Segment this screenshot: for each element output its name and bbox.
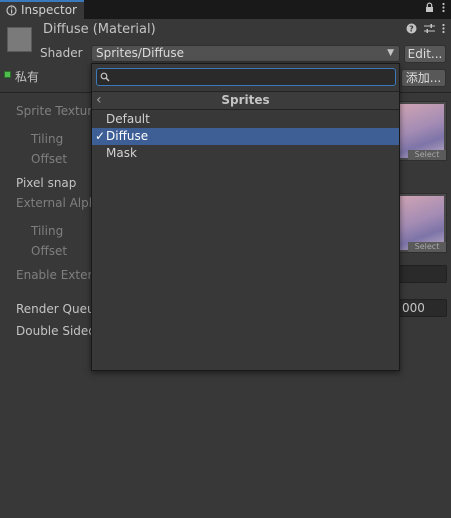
texture-select-button[interactable]: Select [408, 242, 446, 252]
sprite-texture-label: Sprite Texture [16, 104, 100, 118]
shader-popup-menu: ‹ Sprites Default ✓ Diffuse Mask [91, 63, 400, 371]
sprite-texture-slot[interactable]: Select [397, 101, 447, 161]
search-icon [100, 72, 110, 82]
help-icon[interactable]: ? [406, 23, 417, 34]
lock-icon[interactable] [425, 2, 434, 13]
tiling-label: Tiling [31, 132, 64, 146]
svg-text:?: ? [409, 25, 414, 34]
search-field[interactable] [96, 68, 396, 86]
tab-inspector[interactable]: Inspector [0, 0, 84, 19]
tab-label: Inspector [21, 3, 77, 17]
shader-label: Shader [40, 46, 83, 60]
shader-dropdown[interactable]: Sprites/Diffuse ▼ [91, 45, 400, 62]
add-button[interactable]: 添加... [401, 69, 446, 87]
double-sided-label: Double Sided [16, 324, 96, 338]
dropdown-arrow-icon: ▼ [387, 48, 394, 58]
render-queue-label: Render Queue [16, 302, 102, 316]
texture-select-button[interactable]: Select [408, 150, 446, 160]
tiling-label: Tiling [31, 224, 64, 238]
breadcrumb-title: Sprites [221, 93, 270, 107]
tab-menu-icon[interactable] [442, 2, 445, 13]
external-alpha-slot[interactable]: Select [397, 193, 447, 253]
context-menu-icon[interactable] [442, 23, 445, 34]
preset-sliders-icon[interactable] [424, 23, 435, 34]
pixel-snap-label: Pixel snap [16, 176, 77, 190]
offset-label: Offset [31, 152, 68, 166]
material-title: Diffuse (Material) [43, 22, 156, 37]
enable-external-field[interactable] [399, 265, 447, 283]
option-label: Default [106, 112, 150, 126]
shader-option-mask[interactable]: Mask [92, 145, 399, 162]
offset-label: Offset [31, 244, 68, 258]
window-tab-bar: Inspector [0, 0, 451, 19]
private-status-icon [4, 71, 11, 78]
shader-dropdown-value: Sprites/Diffuse [96, 46, 184, 60]
checkmark-icon: ✓ [95, 129, 106, 143]
private-label: 私有 [15, 70, 40, 84]
breadcrumb: ‹ Sprites [92, 91, 399, 110]
option-label: Mask [106, 146, 137, 160]
shader-option-diffuse[interactable]: ✓ Diffuse [92, 128, 399, 145]
shader-option-default[interactable]: Default [92, 111, 399, 128]
info-icon [6, 5, 17, 16]
edit-shader-button[interactable]: Edit... [404, 45, 446, 63]
material-preview-icon [7, 27, 32, 52]
render-queue-field[interactable]: 000 [399, 299, 447, 317]
option-label: Diffuse [106, 129, 149, 143]
search-input[interactable] [112, 70, 392, 84]
